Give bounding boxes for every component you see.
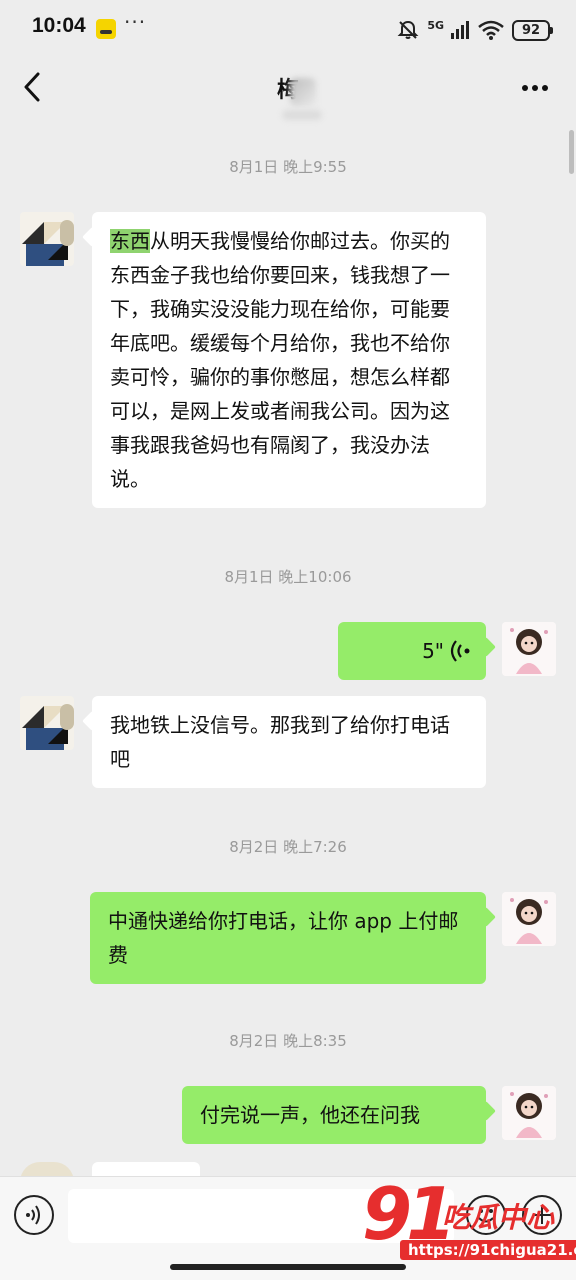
chat-screen: 10:04 ··· 5G 92 梅 8月1日 晚上9:55 东西从明天我慢慢给你…	[0, 0, 576, 1280]
more-options-icon[interactable]	[520, 76, 550, 100]
message-timestamp: 8月2日 晚上8:35	[229, 1032, 347, 1050]
status-time: 10:04	[32, 14, 86, 37]
message-timestamp: 8月1日 晚上9:55	[229, 158, 347, 176]
home-indicator[interactable]	[170, 1264, 406, 1270]
message-bubble-outgoing[interactable]: 付完说一声，他还在问我	[182, 1086, 486, 1144]
network-type-label: 5G	[427, 18, 444, 32]
voice-message-bubble[interactable]: 5"	[338, 622, 486, 680]
status-icons: 5G 92	[397, 16, 553, 44]
emoji-button[interactable]	[466, 1195, 506, 1235]
voice-input-button[interactable]	[14, 1195, 54, 1235]
contact-avatar[interactable]	[20, 696, 74, 750]
message-text-input[interactable]	[68, 1189, 454, 1243]
message-text: 付完说一声，他还在问我	[200, 1103, 420, 1127]
user-avatar[interactable]	[502, 622, 556, 676]
message-text: 我地铁上没信号。那我到了给你打电话吧	[110, 713, 450, 771]
highlighted-text: 东西	[110, 229, 150, 253]
message-text: 中通快递给你打电话，让你 app 上付邮费	[108, 909, 459, 967]
blurred-name-region	[290, 78, 316, 106]
wifi-icon	[478, 20, 504, 40]
mute-bell-icon	[397, 20, 419, 39]
voice-wave-icon	[26, 1205, 40, 1225]
message-bubble-outgoing[interactable]: 中通快递给你打电话，让你 app 上付邮费	[90, 892, 486, 984]
notification-app-icon	[96, 19, 116, 39]
message-text: 从明天我慢慢给你邮过去。你买的东西金子我也给你要回来，钱我想了一下，我确实没没能…	[110, 229, 450, 491]
blurred-name-region	[282, 110, 322, 120]
signal-icon	[451, 21, 469, 39]
message-timestamp: 8月2日 晚上7:26	[229, 838, 347, 856]
emoji-icon	[478, 1209, 494, 1223]
contact-avatar[interactable]	[20, 212, 74, 266]
voice-wave-icon	[450, 640, 470, 662]
status-bar: 10:04 ··· 5G 92	[0, 0, 576, 58]
user-avatar[interactable]	[502, 892, 556, 946]
user-avatar[interactable]	[502, 1086, 556, 1140]
voice-duration: 5"	[422, 639, 444, 663]
battery-icon: 92	[512, 19, 553, 41]
message-bubble-incoming[interactable]: 东西从明天我慢慢给你邮过去。你买的东西金子我也给你要回来，钱我想了一下，我确实没…	[92, 212, 486, 508]
message-bubble-incoming[interactable]: 我地铁上没信号。那我到了给你打电话吧	[92, 696, 486, 788]
notification-more-icon: ···	[124, 10, 147, 34]
chat-title: 梅	[276, 78, 299, 103]
message-timestamp: 8月1日 晚上10:06	[224, 568, 352, 586]
more-functions-button[interactable]	[522, 1195, 562, 1235]
chat-header: 梅	[0, 58, 576, 120]
